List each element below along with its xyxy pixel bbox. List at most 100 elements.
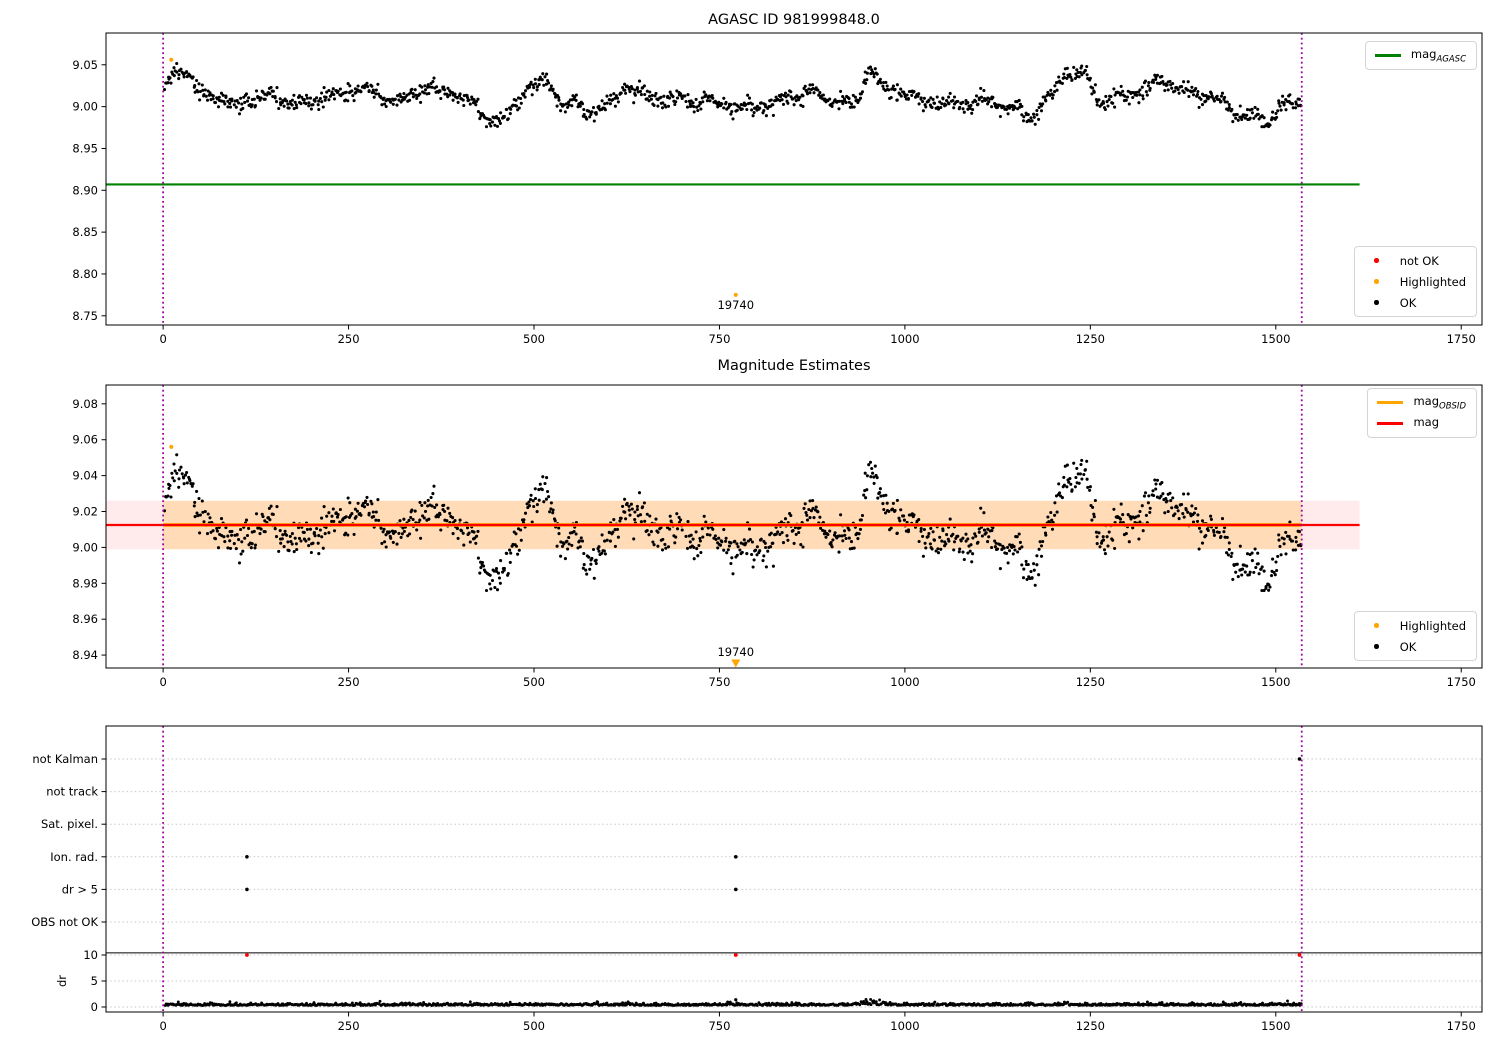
flag-point — [733, 887, 738, 892]
middle-plot-title: Magnitude Estimates — [717, 358, 871, 374]
legend-label: not OK — [1399, 253, 1439, 268]
flag-category-label: Ion. rad. — [50, 850, 98, 864]
flag-category-label: not Kalman — [32, 752, 98, 766]
x-tick-label: 1250 — [1076, 675, 1105, 689]
flag-category-label: Sat. pixel. — [41, 817, 98, 831]
highlighted-point-label: 19740 — [717, 298, 754, 312]
mag-obsid-line-swatch — [1377, 400, 1404, 405]
y-tick-label: 9.05 — [72, 58, 98, 72]
x-tick-label: 500 — [523, 1019, 545, 1033]
x-tick-label: 500 — [523, 332, 545, 346]
dr-not-ok-point — [1297, 953, 1302, 957]
legend-item-ok: OK — [1364, 639, 1466, 654]
y-tick-label: 8.95 — [72, 141, 98, 155]
flag-point — [733, 855, 738, 859]
x-tick-label: 1500 — [1261, 1019, 1290, 1033]
x-tick-label: 250 — [338, 332, 360, 346]
flag-point — [245, 887, 249, 892]
clipped-highlighted-point — [731, 659, 741, 668]
ok-scatter — [162, 61, 1303, 129]
flag-category-label: OBS not OK — [31, 915, 98, 929]
x-tick-label: 1000 — [890, 1019, 919, 1033]
highlighted-point — [733, 292, 738, 297]
x-tick-label: 0 — [159, 675, 166, 689]
x-tick-label: 500 — [523, 675, 545, 689]
x-tick-label: 250 — [338, 1019, 360, 1033]
not-ok-marker-swatch — [1364, 258, 1390, 263]
legend-item-not-ok: not OK — [1364, 253, 1466, 268]
x-tick-label: 1750 — [1447, 675, 1476, 689]
legend-label: Highlighted — [1399, 274, 1466, 289]
y-tick-label: 8.94 — [72, 648, 98, 662]
chart-canvas: 197400 250 500 750 1000 1250 1500 17508.758.808… — [31, 32, 1483, 1033]
x-tick-label: 750 — [708, 332, 730, 346]
legend-item-mag-obsid: magOBSID — [1377, 393, 1466, 412]
y-tick-label: 9.02 — [72, 505, 98, 519]
figure: 19740 0 250 500 750 1000 1250 1500 1750 8.75 8.80 8… — [0, 0, 1500, 1050]
mag-agasc-line-swatch — [1374, 54, 1401, 57]
legend-middle-markers: Highlighted OK — [1353, 611, 1477, 661]
legend-label: OK — [1399, 639, 1417, 654]
ok-marker-swatch — [1364, 644, 1390, 649]
axes-frame — [105, 725, 1483, 1013]
legend-item-mag: mag — [1377, 414, 1466, 431]
x-tick-label: 1000 — [890, 332, 919, 346]
x-tick-label: 0 — [159, 1019, 166, 1033]
flag-point — [245, 855, 249, 859]
legend-mag-lines: magOBSID mag — [1367, 388, 1477, 438]
dr-axis-label: dr — [55, 975, 69, 987]
legend-item-highlighted: Highlighted — [1364, 618, 1466, 633]
flag-category-label: not track — [46, 785, 98, 799]
highlighted-point — [169, 57, 174, 62]
legend-label: Highlighted — [1399, 618, 1466, 633]
y-tick-label: 9.06 — [72, 433, 98, 447]
x-tick-label: 1500 — [1261, 332, 1290, 346]
x-tick-label: 750 — [708, 1019, 730, 1033]
y-tick-label: 8.85 — [72, 225, 98, 239]
flag-category-label: dr > 5 — [62, 882, 98, 896]
legend-mag-agasc: magAGASC — [1364, 41, 1477, 70]
y-tick-label: 8.75 — [72, 309, 98, 323]
dr-not-ok-point — [245, 953, 249, 957]
legend-label: mag — [1413, 414, 1440, 429]
legend-label: magAGASC — [1410, 46, 1466, 65]
y-tick-label: 8.96 — [72, 612, 98, 626]
dr-tick-label: 0 — [91, 1000, 98, 1014]
y-tick-label: 9.00 — [72, 540, 98, 554]
highlighted-marker-swatch — [1364, 279, 1390, 284]
x-tick-label: 1500 — [1261, 675, 1290, 689]
legend-item-mag-agasc: magAGASC — [1374, 46, 1466, 65]
y-tick-label: 9.08 — [72, 397, 98, 411]
highlighted-marker-swatch — [1364, 623, 1390, 628]
highlighted-point-label: 19740 — [717, 645, 754, 659]
x-tick-label: 750 — [708, 675, 730, 689]
flag-point — [1297, 757, 1302, 761]
y-tick-label: 8.90 — [72, 183, 98, 197]
y-tick-label: 9.00 — [72, 100, 98, 114]
top-plot-title: AGASC ID 981999848.0 — [708, 12, 880, 28]
mag-line-swatch — [1377, 422, 1404, 425]
x-tick-label: 250 — [338, 675, 360, 689]
legend-label: OK — [1399, 295, 1417, 310]
legend-label: magOBSID — [1413, 393, 1466, 412]
dr-outlier-point — [734, 998, 738, 1002]
legend-top-markers: not OK Highlighted OK — [1353, 246, 1477, 317]
x-tick-label: 0 — [159, 332, 166, 346]
highlighted-point — [169, 444, 174, 449]
dr-tick-label: 10 — [83, 948, 98, 962]
legend-item-highlighted: Highlighted — [1364, 274, 1466, 289]
dr-outlier-point — [872, 999, 876, 1003]
legend-item-ok: OK — [1364, 295, 1466, 310]
y-tick-label: 8.80 — [72, 267, 98, 281]
dr-tick-label: 5 — [91, 974, 98, 988]
dr-scatter — [163, 997, 1303, 1007]
axes-frame — [105, 32, 1483, 326]
x-tick-label: 1250 — [1076, 1019, 1105, 1033]
x-tick-label: 1750 — [1447, 332, 1476, 346]
y-tick-label: 8.98 — [72, 576, 98, 590]
dr-not-ok-point — [733, 953, 738, 957]
x-tick-label: 1750 — [1447, 1019, 1476, 1033]
ok-marker-swatch — [1364, 300, 1390, 305]
x-tick-label: 1000 — [890, 675, 919, 689]
y-tick-label: 9.04 — [72, 469, 98, 483]
